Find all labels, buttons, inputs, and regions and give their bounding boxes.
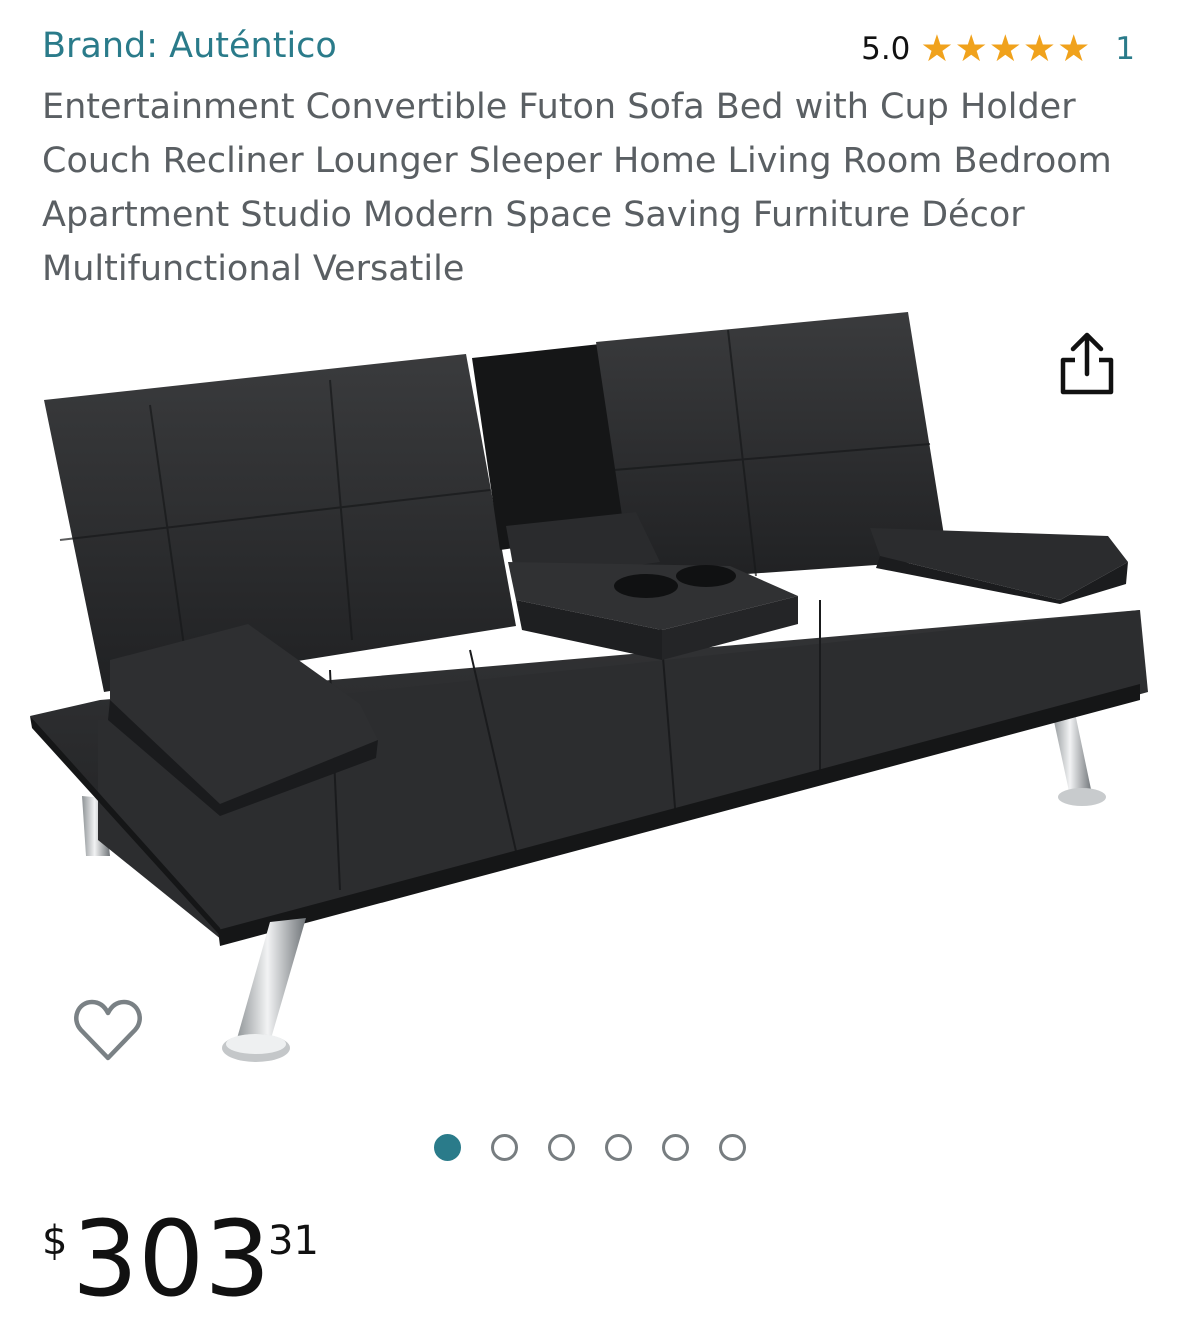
product-detail-page: Brand: Auténtico 5.0 ★ ★ ★ ★ ★ 1 Enterta… [0, 0, 1179, 1332]
pagination-dot-1[interactable] [433, 1134, 461, 1161]
star-icon: ★ [988, 27, 1022, 70]
wishlist-button[interactable] [72, 996, 144, 1066]
star-rating: ★ ★ ★ ★ ★ [920, 30, 1091, 67]
rating-count-link[interactable]: 1 [1115, 31, 1135, 67]
star-icon: ★ [920, 27, 954, 70]
pagination-dot-4[interactable] [604, 1134, 632, 1161]
star-icon: ★ [1057, 27, 1091, 70]
image-gallery[interactable] [0, 300, 1179, 1100]
star-icon: ★ [954, 27, 988, 70]
share-button[interactable] [1055, 330, 1119, 398]
brand-link[interactable]: Brand: Auténtico [42, 26, 337, 66]
pagination-dot-3[interactable] [547, 1134, 575, 1161]
price-fraction: 31 [268, 1218, 319, 1264]
rating-value: 5.0 [861, 30, 911, 67]
pagination-dot-2[interactable] [490, 1134, 518, 1161]
pagination-dot-6[interactable] [718, 1134, 746, 1161]
product-image[interactable] [0, 300, 1179, 1100]
product-title: Entertainment Convertible Futon Sofa Bed… [42, 87, 1112, 289]
price-currency-symbol: $ [42, 1218, 68, 1264]
image-pagination[interactable] [0, 1134, 1179, 1161]
heart-icon [74, 999, 142, 1061]
price-whole: 303 [72, 1198, 271, 1320]
share-icon [1060, 332, 1114, 395]
pagination-dot-5[interactable] [661, 1134, 689, 1161]
rating-summary[interactable]: 5.0 ★ ★ ★ ★ ★ 1 [861, 30, 1135, 67]
star-icon: ★ [1022, 27, 1057, 70]
